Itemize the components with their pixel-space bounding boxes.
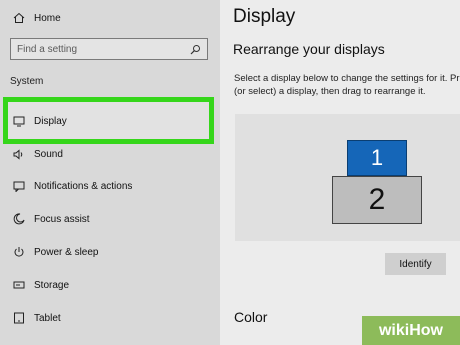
sidebar-item-sound[interactable]: Sound	[0, 139, 220, 169]
sidebar-item-tablet[interactable]: Tablet	[0, 303, 220, 333]
rearrange-heading: Rearrange your displays	[233, 41, 385, 57]
sidebar-item-label: Storage	[34, 279, 70, 291]
description-line: (or select) a display, then drag to rear…	[234, 86, 426, 97]
identify-button[interactable]: Identify	[385, 253, 446, 275]
home-nav-item[interactable]: Home	[0, 3, 220, 33]
description-line: Select a display below to change the set…	[234, 73, 460, 84]
monitor-1[interactable]: 1	[347, 140, 407, 176]
home-label: Home	[34, 12, 61, 24]
notifications-icon	[10, 179, 28, 193]
section-label-system: System	[10, 76, 44, 87]
sidebar-item-power-sleep[interactable]: Power & sleep	[0, 237, 220, 267]
storage-icon	[10, 278, 28, 292]
monitor-2[interactable]: 2	[332, 176, 422, 224]
watermark-logo: wikiHow	[362, 316, 460, 345]
rearrange-description: Select a display below to change the set…	[234, 72, 460, 98]
sidebar-item-label: Power & sleep	[34, 246, 99, 258]
sidebar-item-label: Focus assist	[34, 213, 90, 225]
sound-icon	[10, 147, 28, 161]
sidebar-item-label: Sound	[34, 148, 63, 160]
focus-assist-icon	[10, 212, 28, 226]
page-title: Display	[233, 6, 296, 27]
color-heading: Color	[234, 309, 268, 325]
tablet-icon	[10, 311, 28, 325]
display-settings-pane: Display Rearrange your displays Select a…	[220, 0, 460, 345]
sidebar-item-label: Notifications & actions	[34, 180, 133, 192]
home-icon	[10, 11, 28, 25]
sidebar-item-label: Display	[34, 115, 67, 127]
sidebar-item-label: Tablet	[34, 312, 61, 324]
settings-sidebar: Home Find a setting System Display Sound…	[0, 0, 220, 345]
search-input[interactable]: Find a setting	[10, 38, 208, 60]
search-icon[interactable]	[190, 44, 201, 55]
sidebar-item-storage[interactable]: Storage	[0, 270, 220, 300]
search-placeholder: Find a setting	[17, 43, 78, 55]
sidebar-item-display[interactable]: Display	[0, 106, 220, 136]
power-icon	[10, 245, 28, 259]
sidebar-item-focus-assist[interactable]: Focus assist	[0, 204, 220, 234]
sidebar-item-notifications[interactable]: Notifications & actions	[0, 171, 220, 201]
display-icon	[10, 114, 28, 128]
